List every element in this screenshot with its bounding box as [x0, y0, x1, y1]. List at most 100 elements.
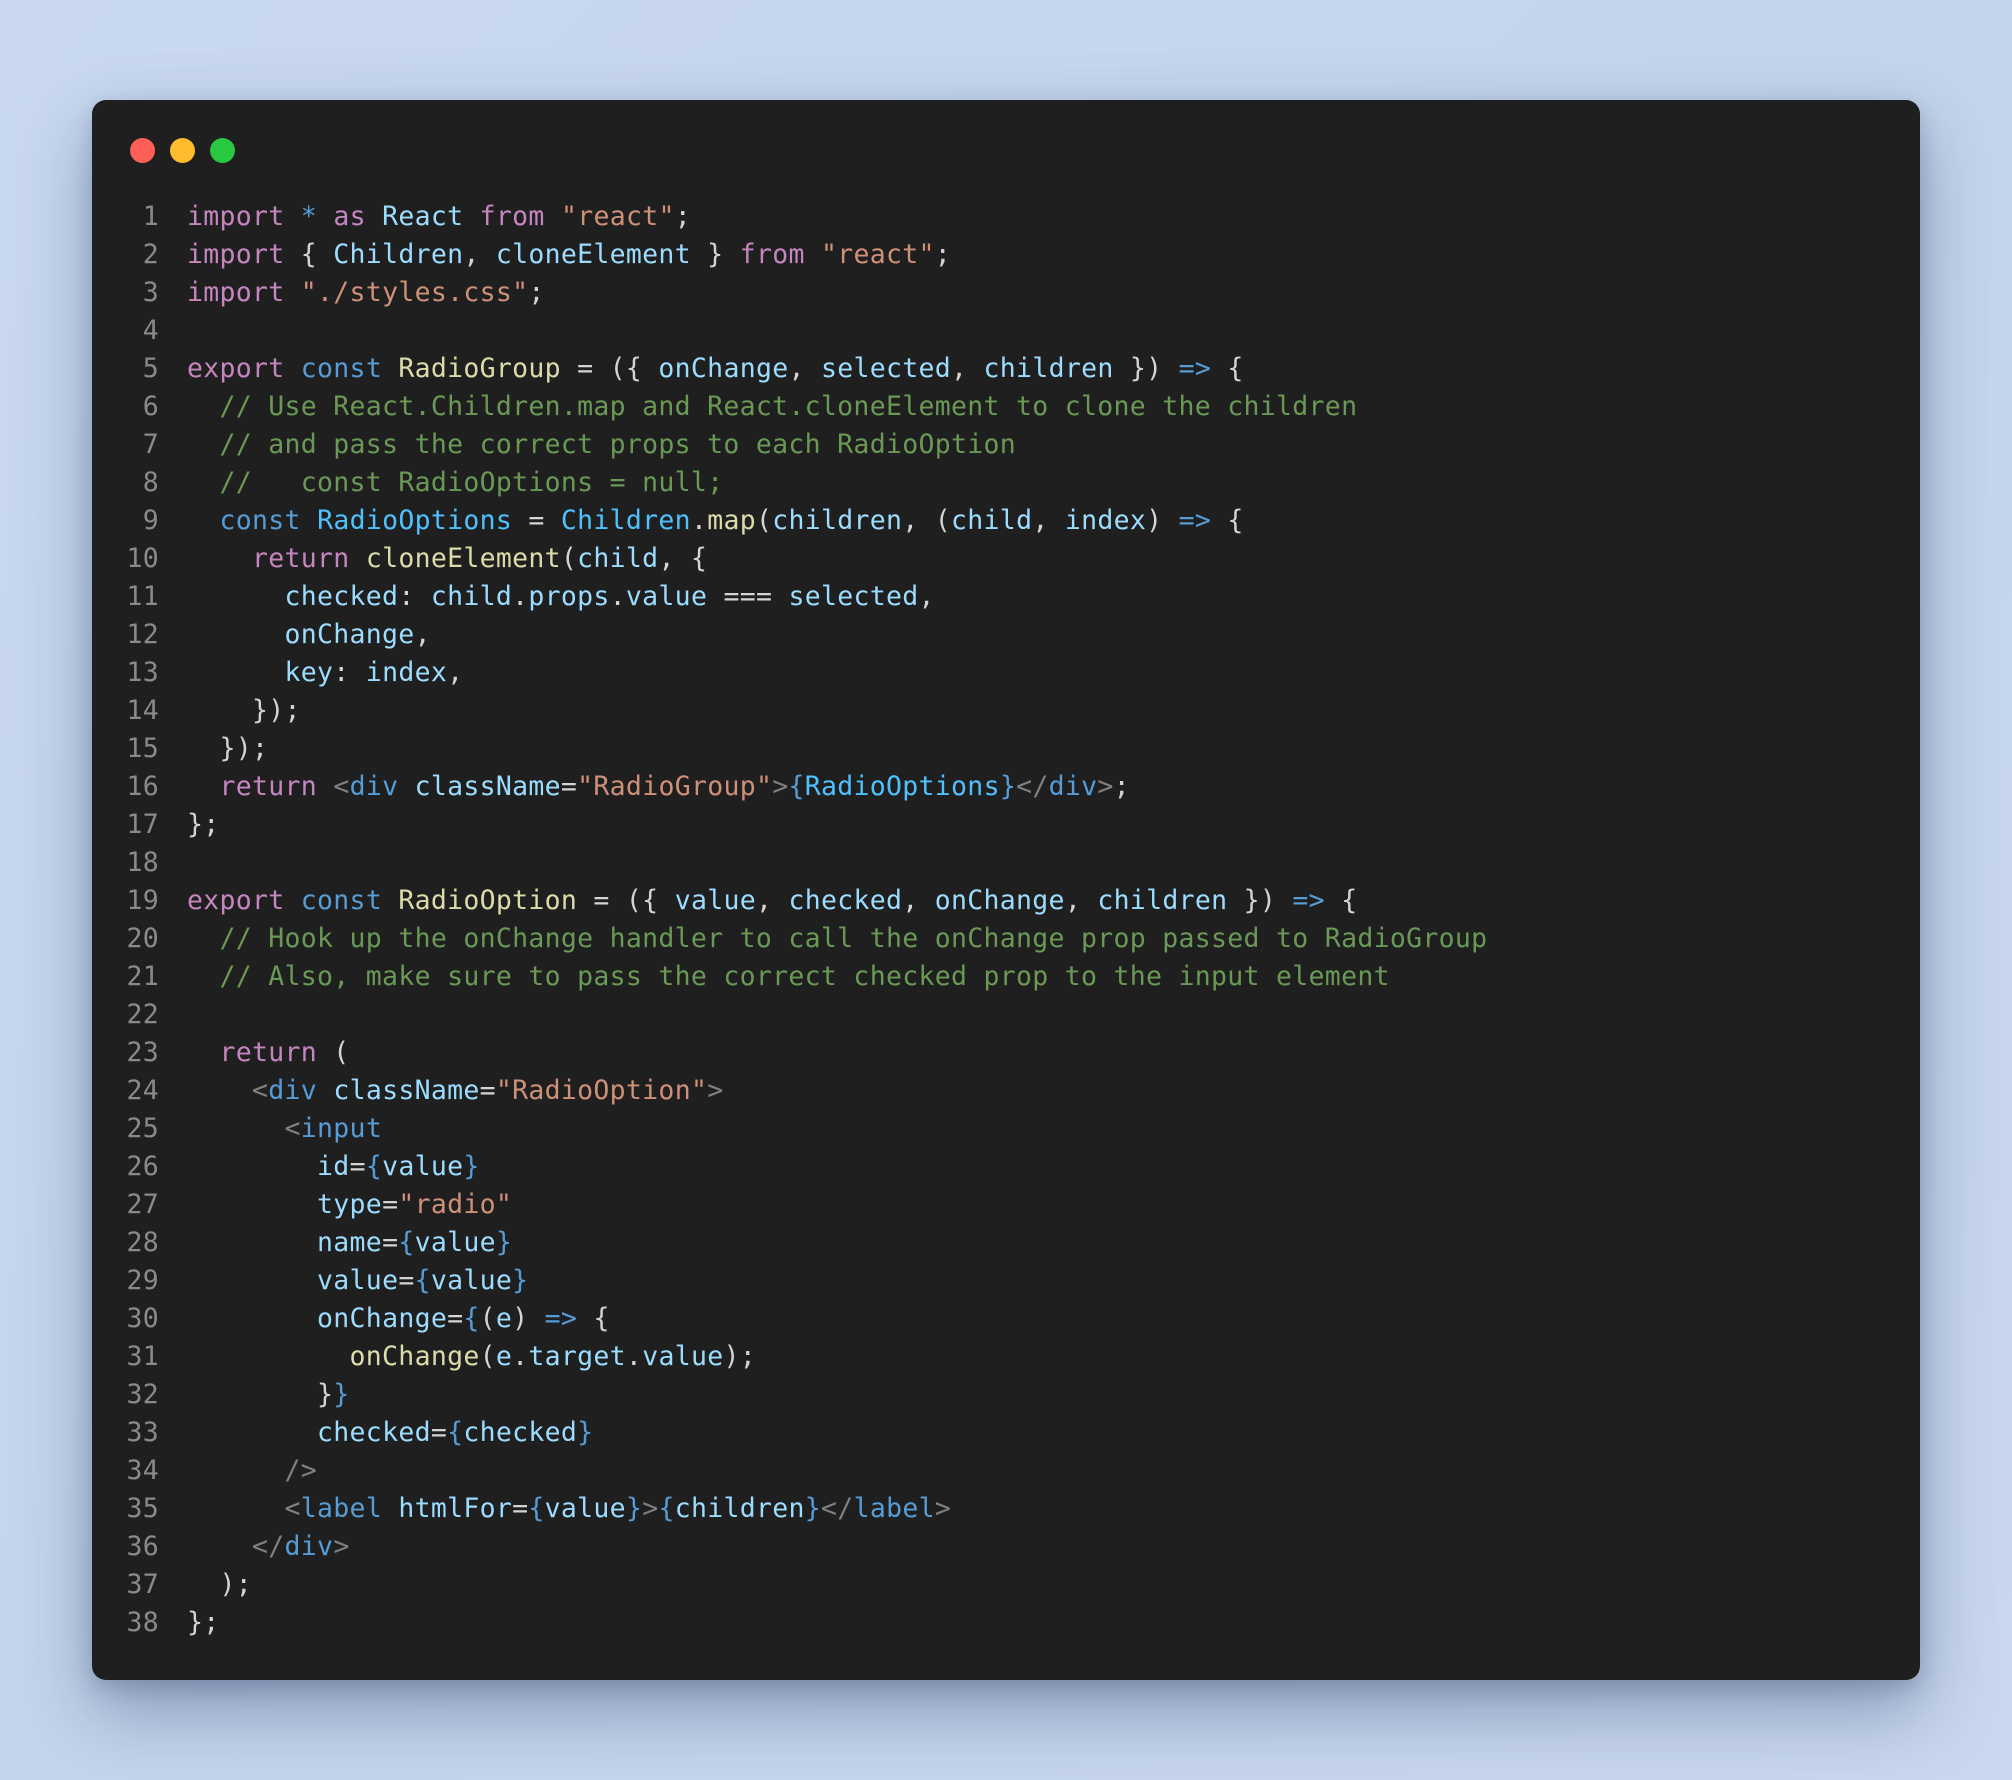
token-punctuation: ,	[755, 885, 789, 916]
token-punctuation	[187, 1075, 252, 1106]
token-comment: // Also, make sure to pass the correct c…	[219, 961, 1390, 992]
code-line: 30 onChange={(e) => {	[92, 1300, 1920, 1338]
code-line: 15 });	[92, 730, 1920, 768]
token-punctuation	[187, 1265, 317, 1296]
line-number: 2	[142, 239, 159, 270]
token-declaration-keyword: const	[219, 505, 301, 536]
token-function: RadioGroup	[398, 353, 561, 384]
token-keyword: import	[187, 201, 285, 232]
code-line: 13 key: index,	[92, 654, 1920, 692]
code-text: };	[159, 1604, 220, 1642]
token-type-name: RadioOptions	[317, 505, 513, 536]
code-text: const RadioOptions = Children.map(childr…	[159, 502, 1244, 540]
code-line: 12 onChange,	[92, 616, 1920, 654]
minimize-button[interactable]	[170, 138, 195, 163]
token-punctuation: =	[349, 1151, 366, 1182]
code-text: return cloneElement(child, {	[159, 540, 707, 578]
code-line: 20 // Hook up the onChange handler to ca…	[92, 920, 1920, 958]
token-identifier: selected	[788, 581, 919, 612]
token-comment: // const RadioOptions = null;	[219, 467, 724, 498]
token-angle-bracket: <	[284, 1113, 301, 1144]
token-identifier: children	[983, 353, 1114, 384]
token-identifier: onChange	[317, 1303, 448, 1334]
token-identifier: e	[495, 1341, 513, 1372]
token-punctuation: }	[187, 1379, 334, 1410]
code-line: 18	[92, 844, 1920, 882]
token-declaration-keyword: }	[333, 1379, 350, 1410]
token-punctuation: ,	[902, 885, 935, 916]
token-punctuation	[545, 201, 561, 232]
token-punctuation	[187, 1493, 285, 1524]
token-keyword: export	[187, 885, 285, 916]
code-line: 26 id={value}	[92, 1148, 1920, 1186]
token-identifier: onChange	[934, 885, 1065, 916]
code-text: });	[159, 730, 268, 768]
code-line: 32 }}	[92, 1376, 1920, 1414]
token-string: "RadioGroup"	[577, 771, 773, 802]
line-number: 34	[126, 1455, 159, 1486]
code-line: 24 <div className="RadioOption">	[92, 1072, 1920, 1110]
token-type-name: RadioOptions	[804, 771, 1000, 802]
code-line: 38};	[92, 1604, 1920, 1642]
token-comment: // Hook up the onChange handler to call …	[219, 923, 1488, 954]
maximize-button[interactable]	[210, 138, 235, 163]
line-number: 26	[126, 1151, 159, 1182]
token-jsx-tag: div	[349, 771, 399, 802]
line-number: 38	[126, 1607, 159, 1638]
token-punctuation	[285, 353, 301, 384]
line-number: 3	[142, 277, 159, 308]
token-jsx-tag: div	[268, 1075, 318, 1106]
token-angle-bracket: </	[1016, 771, 1049, 802]
token-identifier: value	[414, 1227, 496, 1258]
token-punctuation: ;	[934, 239, 952, 270]
token-punctuation: ;	[674, 201, 691, 232]
token-declaration-keyword: *	[300, 201, 318, 232]
code-text: </div>	[159, 1528, 350, 1566]
line-number: 20	[126, 923, 159, 954]
code-line: 22	[92, 996, 1920, 1034]
close-button[interactable]	[130, 138, 155, 163]
token-string: "react"	[820, 239, 935, 270]
token-punctuation	[398, 771, 414, 802]
code-text: import * as React from "react";	[159, 198, 691, 236]
token-punctuation: =	[398, 1265, 415, 1296]
token-punctuation	[187, 467, 220, 498]
line-number: 24	[126, 1075, 159, 1106]
code-line: 9 const RadioOptions = Children.map(chil…	[92, 502, 1920, 540]
token-punctuation: :	[333, 657, 366, 688]
line-number: 1	[142, 201, 159, 232]
code-text: // Use React.Children.map and React.clon…	[159, 388, 1358, 426]
line-number: 23	[126, 1037, 159, 1068]
token-identifier: e	[495, 1303, 513, 1334]
line-number: 10	[126, 543, 159, 574]
code-text: type="radio"	[159, 1186, 512, 1224]
line-number: 32	[126, 1379, 159, 1410]
token-punctuation	[317, 201, 333, 232]
token-punctuation	[285, 201, 301, 232]
token-punctuation	[187, 923, 220, 954]
token-punctuation	[187, 1341, 350, 1372]
token-identifier: props	[528, 581, 610, 612]
code-line: 5 export const RadioGroup = ({ onChange, …	[92, 350, 1920, 388]
token-identifier: value	[382, 1151, 464, 1182]
code-text: key: index,	[159, 654, 464, 692]
code-line: 29 value={value}	[92, 1262, 1920, 1300]
token-punctuation: , (	[902, 505, 952, 536]
token-punctuation	[187, 391, 220, 422]
token-punctuation: = ({	[577, 885, 675, 916]
token-punctuation: =	[512, 1493, 529, 1524]
token-punctuation	[187, 657, 285, 688]
token-jsx-tag: label	[853, 1493, 935, 1524]
token-angle-bracket: >	[333, 1531, 350, 1562]
token-punctuation: ,	[414, 619, 431, 650]
token-punctuation: (	[755, 505, 773, 536]
token-punctuation	[382, 353, 398, 384]
code-text: name={value}	[159, 1224, 512, 1262]
token-keyword: import	[187, 277, 285, 308]
token-angle-bracket: />	[284, 1455, 318, 1486]
token-punctuation: :	[398, 581, 431, 612]
token-identifier: value	[625, 581, 708, 612]
token-punctuation	[187, 1417, 317, 1448]
token-angle-bracket: <	[333, 771, 350, 802]
